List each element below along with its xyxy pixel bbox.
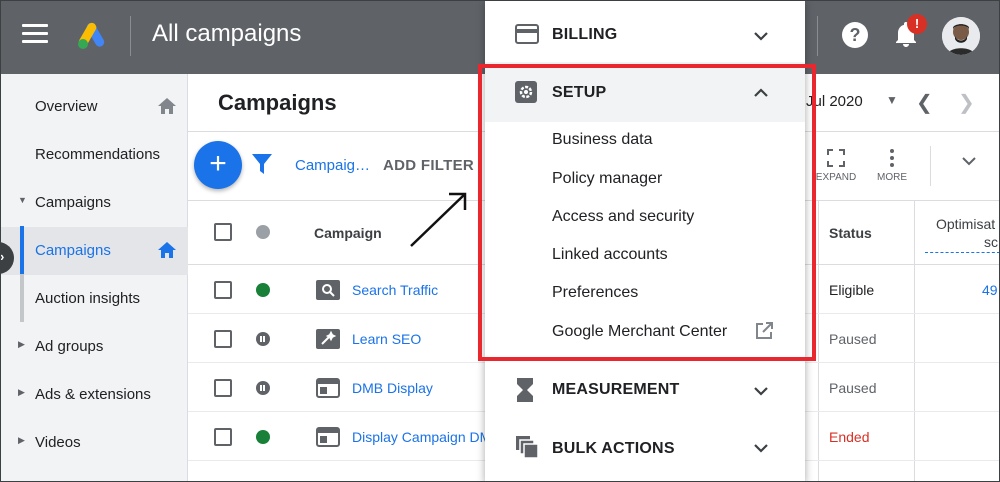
- row-checkbox[interactable]: [214, 379, 232, 397]
- optimisation-score[interactable]: 49: [982, 282, 998, 298]
- chevron-down-icon: [754, 444, 768, 453]
- notification-badge: !: [907, 14, 927, 34]
- annotation-arrow: [410, 192, 467, 247]
- copy-stack-icon: [516, 436, 539, 459]
- avatar[interactable]: [942, 17, 980, 55]
- sidebar-item-recommendations[interactable]: Recommendations: [0, 131, 188, 179]
- chevron-left-icon[interactable]: ❮: [916, 90, 933, 115]
- credit-card-icon: [515, 24, 539, 44]
- app-title: All campaigns: [152, 20, 302, 47]
- chevron-right-icon[interactable]: ❯: [958, 90, 975, 115]
- column-divider: [818, 200, 819, 482]
- display-campaign-icon: [316, 427, 340, 447]
- sidebar-active-indicator: [20, 226, 24, 274]
- caret-down-icon: ▼: [18, 195, 27, 205]
- sidebar-item-label: Campaigns: [35, 242, 111, 259]
- fullscreen-icon: [827, 149, 845, 167]
- column-header-underline: [925, 252, 1000, 253]
- chevron-right-icon: ›: [0, 249, 5, 264]
- status-text: Eligible: [829, 282, 875, 298]
- sidebar-item-ad-groups[interactable]: ▶ Ad groups: [0, 323, 188, 371]
- divider: [930, 146, 931, 186]
- campaign-link[interactable]: Display Campaign DM: [352, 429, 491, 445]
- topbar-divider: [817, 16, 818, 56]
- sidebar-item-label: Auction insights: [35, 290, 141, 307]
- menu-section-label: BILLING: [552, 26, 618, 43]
- caret-right-icon: ▶: [18, 435, 25, 445]
- smart-campaign-icon: [316, 329, 340, 349]
- expand-button[interactable]: EXPAND: [814, 148, 858, 183]
- add-filter-button[interactable]: ADD FILTER: [383, 157, 474, 174]
- hourglass-icon: [517, 378, 533, 402]
- search-campaign-icon: [316, 280, 340, 300]
- sidebar-item-campaigns-group[interactable]: ▼ Campaigns: [0, 179, 188, 227]
- row-checkbox[interactable]: [214, 428, 232, 446]
- status-dot-header: [256, 225, 270, 239]
- sidebar-item-auction-insights[interactable]: Auction insights: [0, 275, 188, 323]
- column-divider: [914, 200, 915, 482]
- status-text: Ended: [829, 429, 870, 445]
- campaign-link[interactable]: Learn SEO: [352, 331, 421, 347]
- menu-section-billing[interactable]: BILLING: [485, 5, 805, 65]
- expand-label: EXPAND: [815, 172, 857, 183]
- more-button[interactable]: MORE: [870, 148, 914, 183]
- status-paused-icon: [256, 332, 270, 346]
- sidebar-item-label: Videos: [35, 434, 81, 451]
- chevron-down-icon[interactable]: [960, 152, 978, 170]
- select-all-checkbox[interactable]: [214, 223, 232, 241]
- setup-highlight-box: [478, 64, 816, 361]
- sidebar-item-label: Ads & extensions: [35, 386, 151, 403]
- status-enabled-icon: [256, 283, 270, 297]
- column-header-optimisation-line2: sc: [984, 234, 998, 250]
- more-label: MORE: [877, 172, 907, 183]
- menu-section-measurement[interactable]: MEASUREMENT: [485, 360, 805, 420]
- column-header-optimisation[interactable]: Optimisat: [936, 216, 995, 232]
- sidebar-item-ads-extensions[interactable]: ▶ Ads & extensions: [0, 371, 188, 419]
- sidebar: Overview Recommendations ▼ Campaigns Cam…: [0, 74, 188, 482]
- home-icon: [158, 242, 176, 258]
- status-paused-icon: [256, 381, 270, 395]
- sidebar-item-videos[interactable]: ▶ Videos: [0, 419, 188, 467]
- filter-icon[interactable]: [252, 154, 272, 174]
- column-header-status[interactable]: Status: [829, 225, 872, 241]
- menu-icon[interactable]: [22, 24, 48, 48]
- chevron-down-icon: [754, 32, 768, 41]
- google-ads-logo: [78, 22, 105, 49]
- row-checkbox[interactable]: [214, 281, 232, 299]
- status-enabled-icon: [256, 430, 270, 444]
- campaign-link[interactable]: DMB Display: [352, 380, 433, 396]
- column-header-campaign[interactable]: Campaign: [314, 225, 382, 241]
- display-campaign-icon: [316, 378, 340, 398]
- sidebar-item-label: Overview: [35, 98, 98, 115]
- date-dropdown-icon[interactable]: ▼: [886, 93, 898, 107]
- add-campaign-button[interactable]: +: [194, 141, 242, 189]
- campaign-filter-chip[interactable]: Campaig…: [295, 157, 370, 174]
- status-text: Paused: [829, 380, 877, 396]
- more-vert-icon: [890, 149, 894, 167]
- sidebar-item-label: Campaigns: [35, 194, 111, 211]
- row-checkbox[interactable]: [214, 330, 232, 348]
- campaign-link[interactable]: Search Traffic: [352, 282, 438, 298]
- page-title: Campaigns: [218, 90, 337, 115]
- chevron-down-icon: [754, 387, 768, 396]
- sidebar-item-label: Recommendations: [35, 146, 161, 163]
- sidebar-item-campaigns[interactable]: Campaigns: [0, 227, 188, 275]
- status-text: Paused: [829, 331, 877, 347]
- menu-section-label: BULK ACTIONS: [552, 440, 675, 457]
- help-icon[interactable]: ?: [842, 22, 868, 48]
- sidebar-item-label: Ad groups: [35, 338, 104, 355]
- home-icon: [158, 98, 176, 114]
- menu-section-bulk-actions[interactable]: BULK ACTIONS: [485, 417, 805, 477]
- menu-section-label: MEASUREMENT: [552, 381, 680, 398]
- topbar-divider: [130, 16, 131, 56]
- sidebar-item-overview[interactable]: Overview: [0, 83, 188, 131]
- caret-right-icon: ▶: [18, 387, 25, 397]
- caret-right-icon: ▶: [18, 339, 25, 349]
